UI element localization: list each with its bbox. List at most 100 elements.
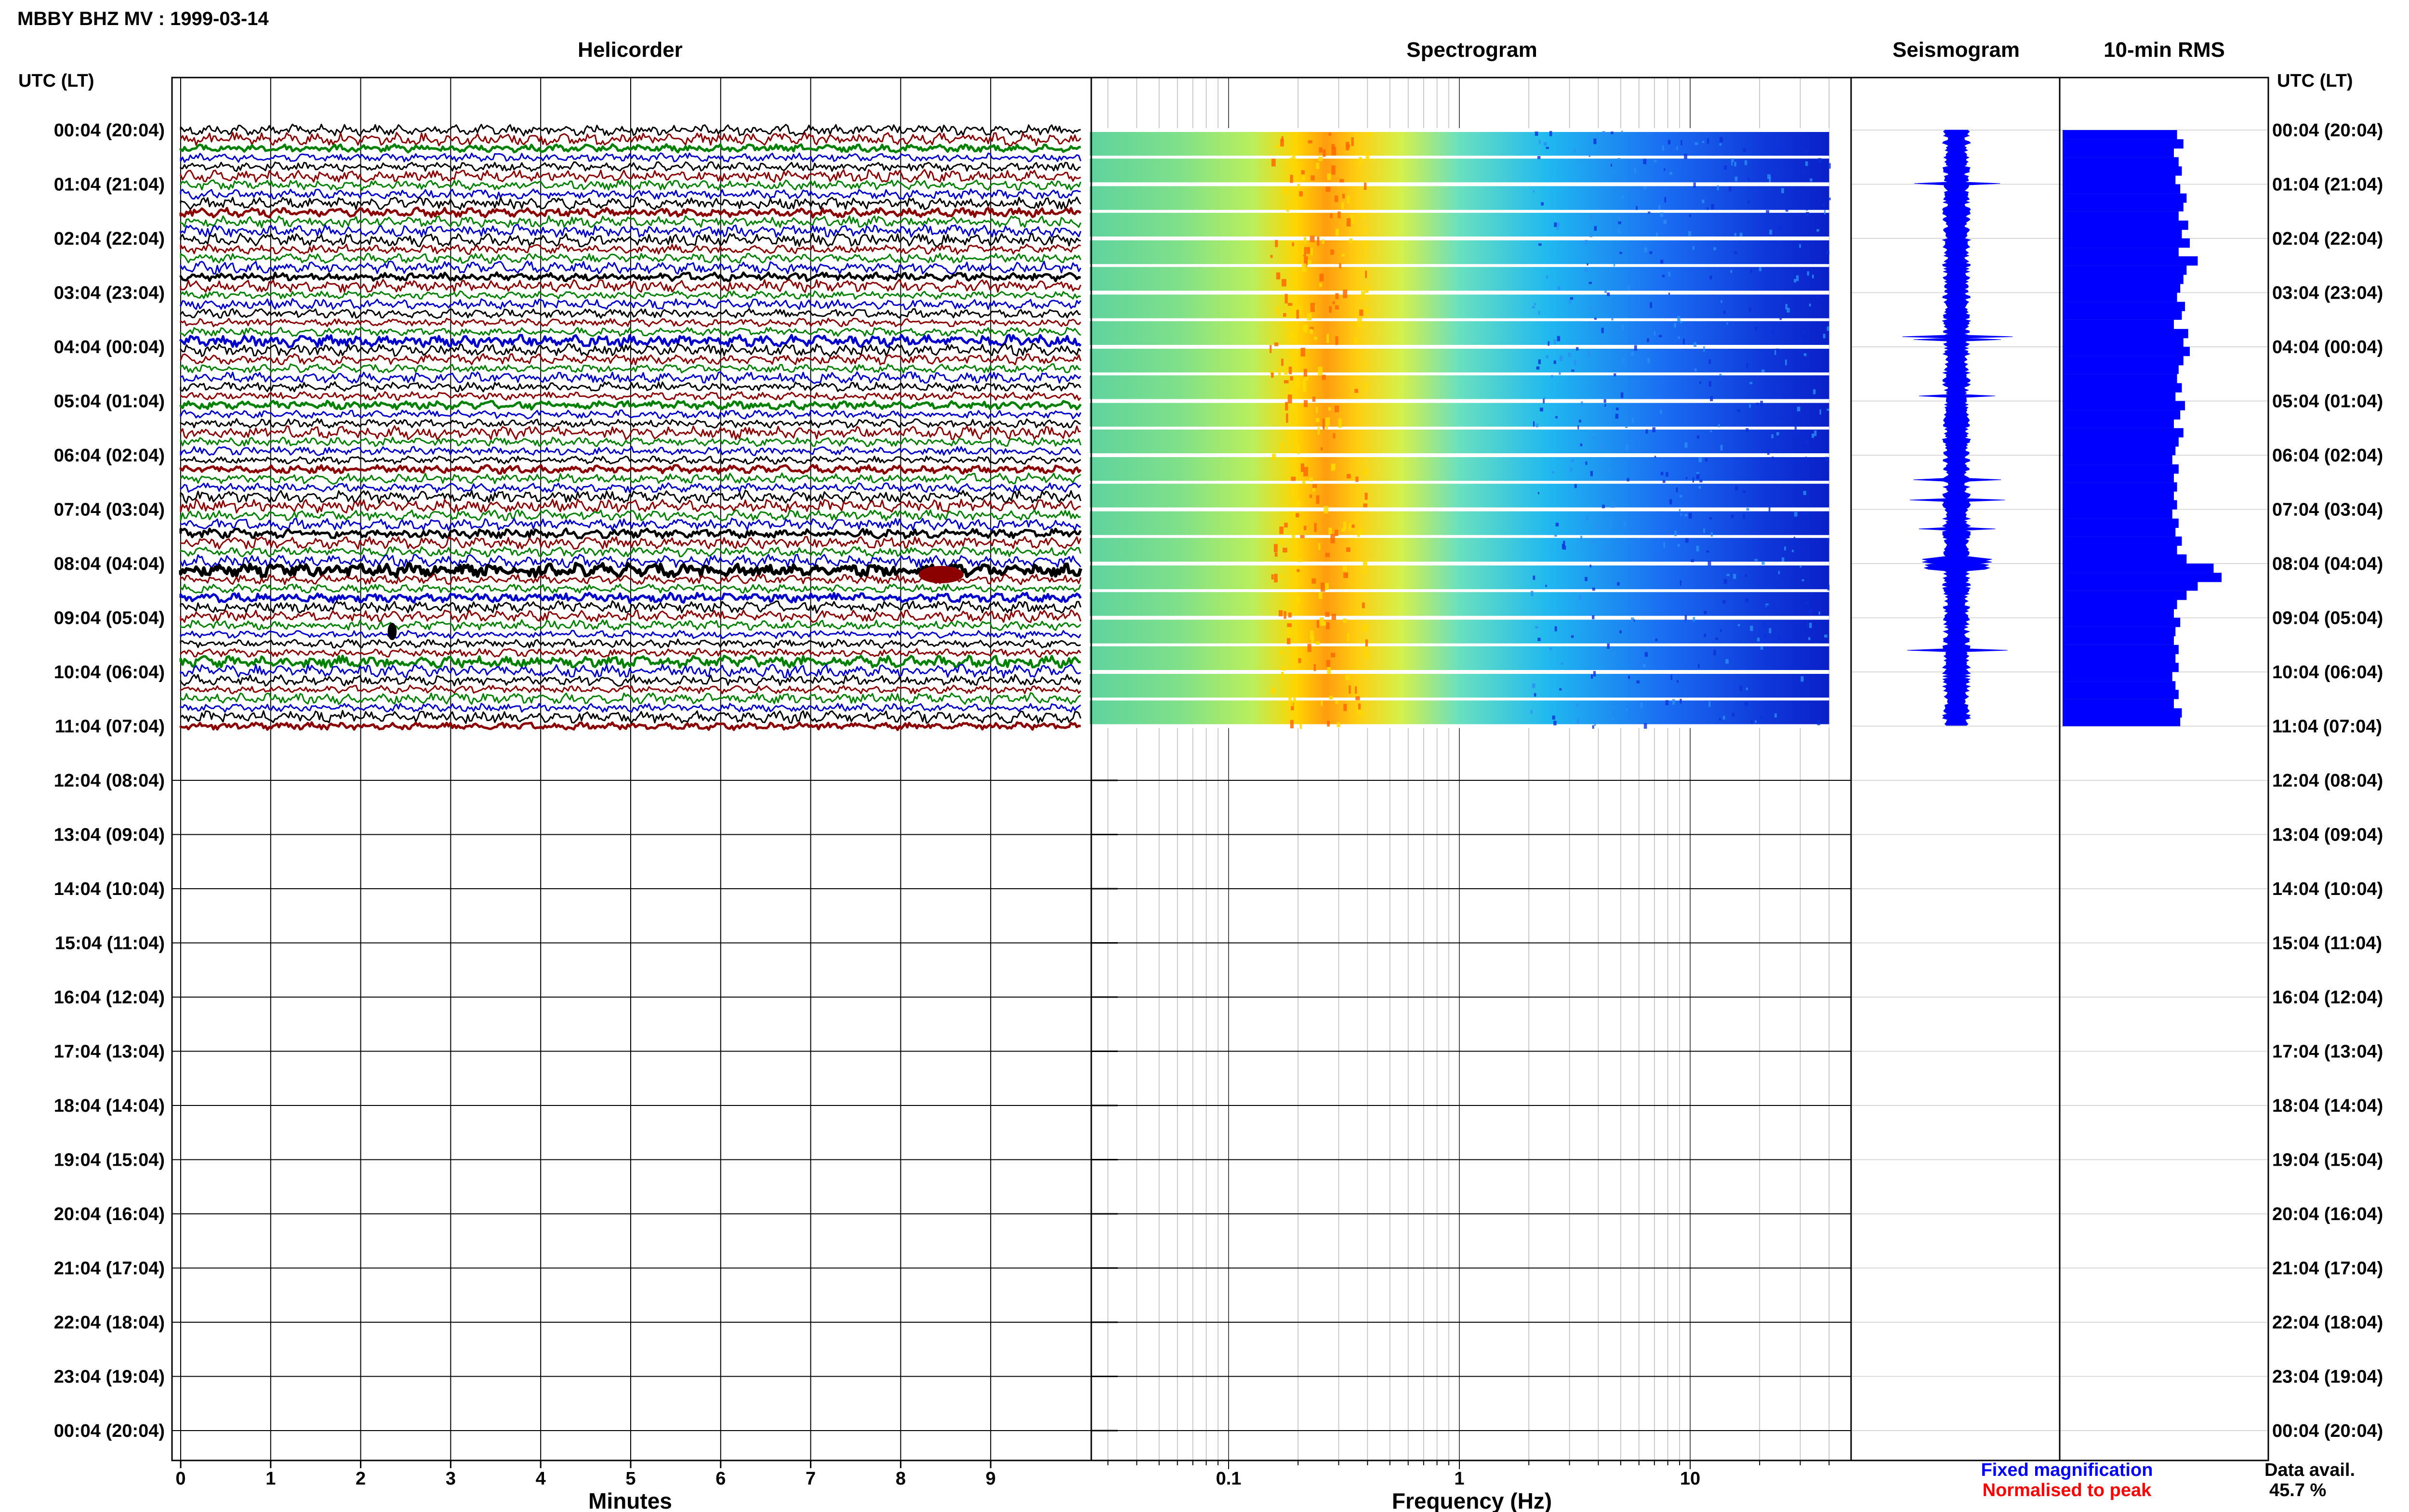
spectrogram-speckle xyxy=(1794,279,1797,283)
spectrogram-speckle xyxy=(1283,313,1286,317)
spectrogram-speckle xyxy=(1724,165,1727,170)
spectrogram-speckle xyxy=(1746,363,1748,368)
spectrogram-speckle xyxy=(1610,520,1612,525)
spectrogram-speckle xyxy=(1284,611,1286,619)
spectrogram-speckle xyxy=(1347,196,1350,204)
spectrogram-speckle xyxy=(1284,294,1288,303)
spectrogram-speckle xyxy=(1781,188,1784,194)
spectrogram-hour-gap xyxy=(1089,670,1829,674)
legend-normalised-to-peak: Normalised to peak xyxy=(1983,1480,2152,1500)
time-label-right: 06:04 (02:04) xyxy=(2272,446,2383,466)
spectrogram-speckle xyxy=(1579,420,1581,423)
time-label-left: 19:04 (15:04) xyxy=(54,1150,165,1170)
spectrogram-speckle xyxy=(1362,213,1366,218)
spectrogram-speckle xyxy=(1823,334,1826,339)
spectrogram-speckle xyxy=(1708,381,1711,387)
spectrogram-speckle xyxy=(1354,338,1358,343)
time-label-right: 09:04 (05:04) xyxy=(2272,608,2383,629)
spectrogram-row-gap xyxy=(1089,156,1829,159)
spectrogram-speckle xyxy=(1343,618,1347,623)
spectrogram-speckle xyxy=(1286,206,1289,212)
spectrogram-speckle xyxy=(1812,275,1814,278)
spectrogram-speckle xyxy=(1576,704,1579,707)
helicorder-x-label: Minutes xyxy=(588,1488,672,1512)
spectrogram-speckle xyxy=(1359,309,1363,316)
spectrogram-speckle xyxy=(1530,710,1533,714)
spectrogram-speckle xyxy=(1366,133,1371,137)
spectrogram-speckle xyxy=(1630,352,1634,356)
spectrogram-speckle xyxy=(1607,355,1610,358)
spectrogram-speckle xyxy=(1295,350,1299,354)
spectrogram-speckle xyxy=(1710,430,1712,433)
spectrogram-speckle xyxy=(1575,347,1579,351)
rms-bar xyxy=(2063,337,2184,347)
spectrogram-speckle xyxy=(1300,463,1304,472)
spectrogram-speckle xyxy=(1626,708,1628,710)
spectrogram-speckle xyxy=(1538,359,1541,365)
spectrogram-speckle xyxy=(1321,700,1323,706)
spectrogram-speckle xyxy=(1278,367,1281,376)
spectrogram-speckle xyxy=(1281,671,1284,676)
spectrogram-speckle xyxy=(1679,495,1682,498)
spectrogram-speckle xyxy=(1551,375,1553,378)
spectrogram-speckle xyxy=(1726,574,1730,577)
spectrogram-speckle xyxy=(1316,620,1320,628)
rms-bar xyxy=(2063,292,2177,302)
spectrogram-speckle xyxy=(1351,524,1355,528)
helicorder-title: Helicorder xyxy=(578,38,683,62)
spectrogram-speckle xyxy=(1617,158,1621,160)
spectrogram-speckle xyxy=(1539,140,1541,145)
spectrogram-speckle xyxy=(1711,204,1714,210)
spectrogram-speckle xyxy=(1680,580,1681,586)
spectrogram-speckle xyxy=(1814,430,1817,436)
spectrogram-speckle xyxy=(1281,442,1284,451)
spectrogram-speckle xyxy=(1636,206,1638,210)
spectrogram-speckle xyxy=(1642,664,1646,668)
spectrogram-speckle xyxy=(1618,221,1621,224)
spectrogram-speckle xyxy=(1327,721,1330,727)
spectrogram-speckle xyxy=(1328,407,1331,411)
spectrogram-speckle xyxy=(1308,140,1312,144)
spectrogram-speckle xyxy=(1801,579,1804,581)
spectrogram-speckle xyxy=(1623,521,1626,526)
spectrogram-speckle xyxy=(1339,263,1341,268)
spectrogram-speckle xyxy=(1285,323,1288,328)
spectrogram-speckle xyxy=(1271,454,1276,460)
spectrogram-speckle xyxy=(1580,536,1582,541)
spectrogram-speckle xyxy=(1827,584,1830,591)
rms-bar xyxy=(2063,509,2172,519)
rms-bar xyxy=(2063,139,2184,149)
rms-bar xyxy=(2063,672,2172,682)
spectrogram-speckle xyxy=(1555,416,1558,419)
spectrogram-speckle xyxy=(1613,263,1615,266)
spectrogram-speckle xyxy=(1739,233,1743,237)
rms-bar xyxy=(2063,473,2174,483)
spectrogram-speckle xyxy=(1277,306,1280,315)
spectrogram-speckle xyxy=(1330,534,1335,543)
spectrogram-speckle xyxy=(1677,316,1681,322)
spectrogram-hour-gap xyxy=(1089,290,1829,295)
spectrogram-speckle xyxy=(1362,569,1367,574)
spectrogram-speckle xyxy=(1321,582,1325,592)
rms-bar xyxy=(2063,690,2179,699)
spectrogram-speckle xyxy=(1335,336,1338,345)
spectrogram-speckle xyxy=(1287,334,1290,338)
spectrogram-speckle xyxy=(1807,271,1810,276)
spectrogram-speckle xyxy=(1650,302,1652,308)
spectrogram-speckle xyxy=(1331,614,1336,620)
spectrogram-speckle xyxy=(1325,622,1330,630)
spectrogram-speckle xyxy=(1282,548,1287,553)
rms-bar xyxy=(2063,527,2176,537)
spectrogram-speckle xyxy=(1296,500,1301,506)
spectrogram-speckle xyxy=(1674,323,1677,328)
spectrogram-speckle xyxy=(1316,162,1320,170)
spectrogram-rows xyxy=(1089,128,1831,729)
spectrogram-speckle xyxy=(1325,424,1328,430)
spectrogram-speckle xyxy=(1597,248,1600,250)
spectrogram-speckle xyxy=(1559,355,1563,361)
spectrogram-speckle xyxy=(1302,246,1304,255)
spectrogram-speckle xyxy=(1772,330,1774,335)
spectrogram-speckle xyxy=(1747,177,1749,181)
spectrogram-speckle xyxy=(1621,325,1624,330)
spectrogram-speckle xyxy=(1312,396,1316,402)
